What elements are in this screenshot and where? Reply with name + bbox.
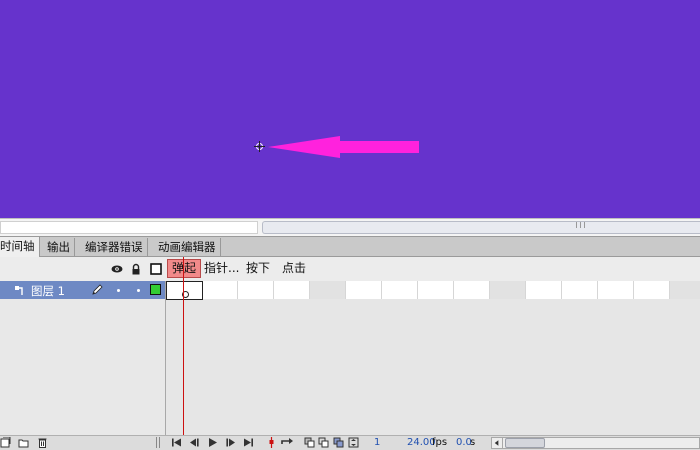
frame-label-over[interactable]: 指针... [204, 259, 239, 278]
center-frame-icon[interactable] [266, 437, 277, 448]
step-back-icon[interactable] [189, 437, 200, 448]
scrollbar-track-left[interactable] [0, 221, 258, 234]
layer-visibility-toggle[interactable] [117, 289, 120, 292]
trash-icon[interactable] [37, 437, 48, 448]
timeline-header [0, 257, 700, 281]
frame-label-hit[interactable]: 点击 [282, 259, 306, 278]
scroll-left-arrow-icon[interactable] [492, 438, 503, 448]
layer-row[interactable]: 图层 1 [0, 281, 165, 299]
registration-crosshair-icon [254, 141, 265, 152]
play-icon[interactable] [207, 437, 218, 448]
tab-output[interactable]: 输出 [43, 238, 75, 256]
eye-icon[interactable] [111, 263, 123, 275]
arrow-polygon [268, 136, 419, 158]
new-folder-icon[interactable] [18, 437, 29, 448]
tab-motion-editor[interactable]: 动画编辑器 [154, 238, 221, 256]
timeline-horizontal-scrollbar[interactable] [491, 437, 700, 449]
layer-lock-toggle[interactable] [137, 289, 140, 292]
playhead[interactable] [183, 257, 184, 435]
timeline-bottom-bar: 1 24.00 fps 0.0 s [0, 435, 700, 450]
frame-cell[interactable] [526, 281, 562, 299]
current-frame-number[interactable]: 1 [374, 436, 380, 449]
tab-timeline[interactable]: 时间轴 [0, 237, 40, 257]
timeline-scrollbar-thumb[interactable] [505, 438, 545, 448]
onion-skin-icon[interactable] [304, 437, 315, 448]
frame-cell[interactable] [202, 281, 238, 299]
layer-name[interactable]: 图层 1 [31, 283, 65, 299]
frame-cell[interactable] [598, 281, 634, 299]
frame-cell[interactable] [634, 281, 670, 299]
frame-cell[interactable] [418, 281, 454, 299]
scrollbar-grip-icon [576, 222, 585, 228]
frame-cell[interactable] [346, 281, 382, 299]
frame-label-up[interactable]: 弹起 [167, 259, 201, 278]
step-forward-icon[interactable] [225, 437, 236, 448]
keyframe-cell[interactable] [166, 281, 203, 300]
frames-area[interactable] [166, 257, 700, 435]
frame-row[interactable] [166, 281, 700, 299]
pencil-icon [92, 284, 103, 295]
lock-icon[interactable] [130, 263, 142, 275]
go-to-first-frame-icon[interactable] [171, 437, 182, 448]
layer-type-icon [15, 286, 23, 295]
onion-skin-outlines-icon[interactable] [318, 437, 329, 448]
frame-cell[interactable] [310, 281, 346, 299]
frame-cell[interactable] [382, 281, 418, 299]
layer-outline-color-swatch[interactable] [150, 284, 161, 295]
stage-horizontal-scrollbar[interactable] [0, 218, 700, 236]
go-to-last-frame-icon[interactable] [243, 437, 254, 448]
frame-rate-unit: fps [432, 437, 448, 448]
frame-cell[interactable] [562, 281, 598, 299]
outline-icon[interactable] [150, 263, 162, 275]
layer-list: 图层 1 [0, 281, 166, 435]
elapsed-time-unit: s [470, 437, 476, 448]
frame-cell[interactable] [490, 281, 526, 299]
modify-markers-icon[interactable] [348, 437, 359, 448]
frame-cell[interactable] [238, 281, 274, 299]
scrollbar-thumb[interactable] [262, 221, 700, 234]
panel-splitter[interactable] [156, 437, 160, 448]
frame-cell[interactable] [274, 281, 310, 299]
tab-compiler-errors[interactable]: 编译器错误 [81, 238, 148, 256]
frame-label-down[interactable]: 按下 [246, 259, 270, 278]
frame-cell[interactable] [454, 281, 490, 299]
stage-canvas[interactable] [0, 0, 700, 218]
new-layer-icon[interactable] [0, 437, 11, 448]
frame-cell[interactable] [670, 281, 700, 299]
edit-multiple-frames-icon[interactable] [333, 437, 344, 448]
panel-tab-bar: 时间轴 输出 编译器错误 动画编辑器 [0, 236, 700, 257]
loop-icon[interactable] [280, 437, 294, 448]
arrow-shape[interactable] [0, 0, 700, 218]
